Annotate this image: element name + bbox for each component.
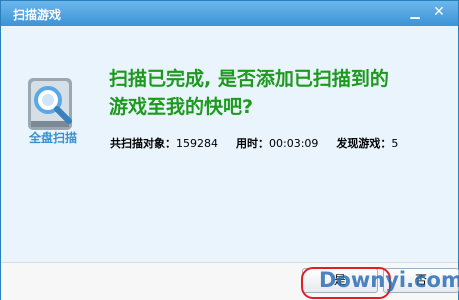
yes-button[interactable]: 是	[302, 268, 378, 293]
found-value: 5	[391, 137, 399, 150]
window-title: 扫描游戏	[13, 8, 62, 22]
time-value: 00:03:09	[269, 137, 319, 150]
minimize-button[interactable]: ▁	[404, 3, 426, 21]
objects-label: 共扫描对象：	[110, 137, 176, 150]
close-button[interactable]: ✕	[428, 3, 450, 21]
message-line-1: 扫描已完成, 是否添加已扫描到的	[109, 68, 389, 90]
found-label: 发现游戏：	[336, 137, 392, 150]
dialog-content: 全盘扫描 扫描已完成, 是否添加已扫描到的 游戏至我的快吧? 共扫描对象：159…	[1, 26, 458, 262]
scan-stats: 共扫描对象：159284 用时：00:03:09 发现游戏：5	[110, 135, 398, 151]
time-label: 用时：	[236, 137, 269, 150]
no-button[interactable]: 否	[383, 268, 459, 293]
title-bar[interactable]: 扫描游戏 ▁ ✕	[1, 1, 458, 26]
full-scan-label[interactable]: 全盘扫描	[13, 129, 93, 146]
dialog-footer: 是 否 Downyi.com	[1, 262, 459, 300]
objects-value: 159284	[176, 137, 218, 150]
message-line-2: 游戏至我的快吧?	[109, 96, 254, 118]
scan-complete-message: 扫描已完成, 是否添加已扫描到的 游戏至我的快吧?	[109, 65, 439, 121]
scan-games-dialog: 扫描游戏 ▁ ✕ 全盘扫描 扫描已完成, 是否添加已扫描到的 游戏至我的快吧? …	[0, 0, 459, 300]
